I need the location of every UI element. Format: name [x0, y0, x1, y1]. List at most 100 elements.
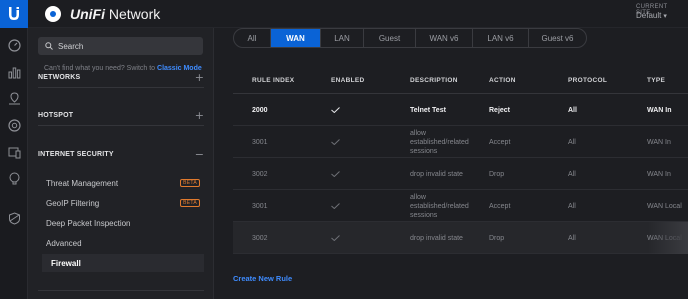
cell-description: drop invalid state: [410, 234, 463, 242]
tab-lan[interactable]: LAN: [320, 29, 363, 47]
cell-action: Drop: [489, 234, 505, 242]
clients-icon[interactable]: [6, 144, 22, 160]
cell-action: Accept: [489, 202, 511, 210]
cell-protocol: All: [568, 234, 576, 242]
cell-index: 3002: [252, 170, 268, 178]
table-row[interactable]: 3002drop invalid stateDropAllWAN Local: [233, 222, 688, 254]
section-internet-security[interactable]: INTERNET SECURITY −: [38, 144, 204, 164]
nav-item-firewall[interactable]: Firewall: [42, 254, 204, 272]
nav-item-advanced[interactable]: Advanced: [46, 234, 202, 252]
unifi-network-app: UniFi Network CURRENT SITE Default ▾ Sea…: [0, 0, 688, 299]
cell-action: Reject: [489, 106, 511, 114]
cell-index: 3001: [252, 138, 268, 146]
unifi-app-icon: [45, 6, 61, 22]
table-header: RULE INDEX ENABLED DESCRIPTION ACTION PR…: [233, 68, 688, 94]
checkmark-icon: [331, 107, 340, 113]
nav-item-label: Firewall: [51, 258, 81, 268]
search-input[interactable]: Search: [38, 37, 203, 55]
cell-type: WAN In: [647, 170, 671, 178]
column-header-action[interactable]: ACTION: [489, 77, 516, 84]
cell-protocol: All: [568, 138, 576, 146]
cell-enabled: [331, 190, 340, 222]
section-label: INTERNET SECURITY: [38, 150, 114, 158]
ubiquiti-logo[interactable]: [0, 0, 28, 28]
site-selector-value: Default: [636, 11, 662, 20]
cell-description: drop invalid state: [410, 170, 463, 178]
tab-wan-v6[interactable]: WAN v6: [415, 29, 472, 47]
map-icon[interactable]: [6, 90, 22, 106]
app-title-brand: UniFi: [70, 6, 105, 22]
rule-type-tabs: All WAN LAN Guest WAN v6 LAN v6 Guest v6: [233, 28, 587, 48]
tab-lan-v6[interactable]: LAN v6: [472, 29, 528, 47]
checkmark-icon: [331, 235, 340, 241]
tab-guest-v6[interactable]: Guest v6: [528, 29, 586, 47]
nav-item-label: Deep Packet Inspection: [46, 218, 131, 228]
cell-type: WAN In: [647, 106, 672, 114]
column-header-rule-index[interactable]: RULE INDEX: [252, 77, 294, 84]
cell-type: WAN Local: [647, 202, 682, 210]
settings-sidebar: Search Can't find what you need? Switch …: [28, 28, 214, 299]
tab-wan[interactable]: WAN: [270, 29, 320, 47]
cell-protocol: All: [568, 202, 576, 210]
row-hover-shade: [648, 222, 688, 254]
beta-badge: BETA: [180, 199, 200, 207]
section-hotspot[interactable]: HOTSPOT +: [38, 106, 204, 126]
section-label: HOTSPOT: [38, 112, 74, 119]
firewall-rules-panel: All WAN LAN Guest WAN v6 LAN v6 Guest v6…: [214, 28, 688, 299]
tab-all[interactable]: All: [234, 29, 270, 47]
cell-protocol: All: [568, 106, 577, 114]
table-row[interactable]: 3002 drop invalid state Drop All WAN In: [233, 158, 688, 190]
collapse-minus-icon: −: [194, 147, 204, 161]
tab-guest[interactable]: Guest: [363, 29, 415, 47]
table-body: 2000 Telnet Test Reject All WAN In 3001 allow …: [233, 94, 688, 254]
cell-description: allow established/related sessions: [410, 129, 469, 155]
ubiquiti-u-icon: [9, 7, 19, 20]
cell-enabled: [331, 222, 340, 254]
cell-type: WAN In: [647, 138, 671, 146]
site-selector[interactable]: Default ▾: [636, 11, 682, 20]
icon-rail: [0, 28, 28, 299]
firewall-rules-table: RULE INDEX ENABLED DESCRIPTION ACTION PR…: [233, 68, 688, 254]
section-label: NETWORKS: [38, 74, 81, 81]
cell-enabled: [331, 126, 340, 158]
nav-item-label: GeoIP Filtering: [46, 198, 100, 208]
cell-protocol: All: [568, 170, 576, 178]
search-icon: [45, 42, 53, 50]
checkmark-icon: [331, 139, 340, 145]
table-row[interactable]: 2000 Telnet Test Reject All WAN In: [233, 94, 688, 126]
cell-action: Drop: [489, 170, 505, 178]
table-row[interactable]: 3001 allow established/related sessions Ac…: [233, 190, 688, 222]
nav-item-deep-packet-inspection[interactable]: Deep Packet Inspection: [46, 214, 202, 232]
checkmark-icon: [331, 171, 340, 177]
settings-shield-icon[interactable]: [6, 210, 22, 226]
cell-index: 3002: [252, 234, 268, 242]
expand-plus-icon: +: [194, 109, 204, 122]
top-bar: UniFi Network CURRENT SITE Default ▾: [0, 0, 688, 28]
cell-description: Telnet Test: [410, 106, 446, 114]
sidebar-divider: [38, 290, 204, 291]
cell-index: 2000: [252, 106, 268, 114]
cell-action: Accept: [489, 138, 511, 146]
beta-badge: BETA: [180, 179, 200, 187]
statistics-icon[interactable]: [6, 64, 22, 80]
search-placeholder: Search: [58, 41, 84, 51]
dashboard-icon[interactable]: [6, 37, 22, 53]
devices-icon[interactable]: [6, 117, 22, 133]
nav-item-geoip-filtering[interactable]: GeoIP Filtering BETA: [46, 194, 202, 212]
nav-item-threat-management[interactable]: Threat Management BETA: [46, 174, 202, 192]
cell-enabled: [331, 94, 340, 126]
column-header-type[interactable]: TYPE: [647, 77, 665, 84]
column-header-description[interactable]: DESCRIPTION: [410, 77, 458, 84]
app-title-product: Network: [105, 6, 161, 22]
cell-description: allow established/related sessions: [410, 193, 469, 219]
insights-icon[interactable]: [6, 170, 22, 186]
column-header-enabled[interactable]: ENABLED: [331, 77, 365, 84]
app-title: UniFi Network: [70, 6, 160, 22]
checkmark-icon: [331, 203, 340, 209]
table-row[interactable]: 3001 allow established/related sessions Ac…: [233, 126, 688, 158]
column-header-protocol[interactable]: PROTOCOL: [568, 77, 607, 84]
create-new-rule-link[interactable]: Create New Rule: [233, 274, 292, 283]
chevron-down-icon: ▾: [663, 13, 667, 20]
nav-item-label: Advanced: [46, 238, 82, 248]
section-networks[interactable]: NETWORKS +: [38, 68, 204, 88]
